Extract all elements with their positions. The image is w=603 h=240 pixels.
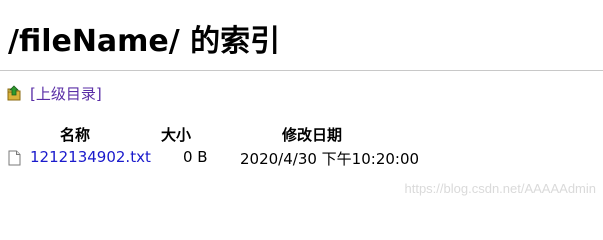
size-column-header[interactable]: 大小 xyxy=(161,124,191,145)
file-modified-date: 2020/4/30 下午10:20:00 xyxy=(240,150,420,168)
title-divider xyxy=(0,70,603,71)
parent-directory-row: [上级目录] xyxy=(7,82,102,104)
watermark-text: https://blog.csdn.net/AAAAAdmin xyxy=(404,181,597,196)
file-row: 1212134902.txt 0 B 2020/4/30 下午10:20:00 xyxy=(0,148,603,170)
modified-column-header[interactable]: 修改日期 xyxy=(282,124,342,145)
listing-header-row: 名称 大小 修改日期 xyxy=(0,124,603,146)
folder-up-icon xyxy=(7,85,21,101)
parent-directory-link[interactable]: [上级目录] xyxy=(30,83,102,104)
file-listing: 名称 大小 修改日期 1212134902.txt 0 B 2020/4/30 … xyxy=(0,124,603,168)
name-column-header[interactable]: 名称 xyxy=(60,124,90,145)
file-name-link[interactable]: 1212134902.txt xyxy=(30,148,151,166)
page-title: /fileName/ 的索引 xyxy=(8,24,281,59)
file-size: 0 B xyxy=(183,148,208,166)
file-icon xyxy=(8,150,21,166)
